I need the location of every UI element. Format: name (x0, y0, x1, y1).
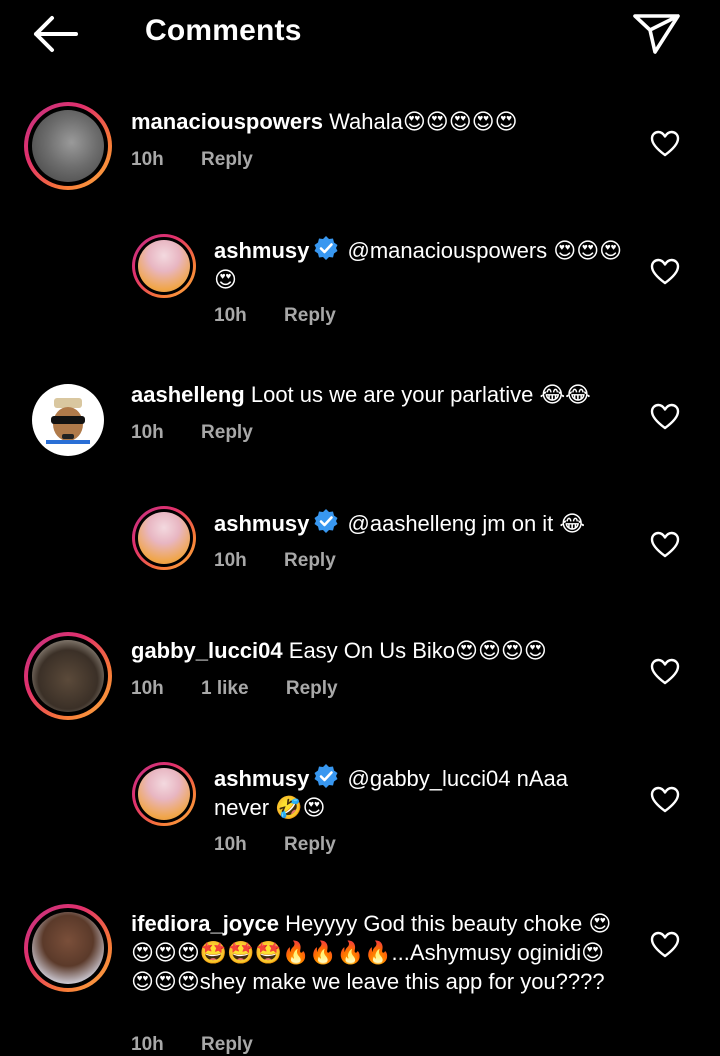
like-button[interactable] (650, 403, 680, 431)
comment-username[interactable]: gabby_lucci04 (131, 638, 283, 663)
reply-button[interactable]: Reply (201, 422, 253, 443)
avatar[interactable] (132, 762, 196, 826)
comment-text: Wahala😍😍😍😍😍 (329, 109, 518, 134)
avatar[interactable] (24, 632, 112, 720)
back-button[interactable] (28, 12, 84, 56)
comment-time: 10h (214, 550, 247, 571)
comment-username[interactable]: aashelleng (131, 382, 245, 407)
comment-username[interactable]: ashmusy (214, 766, 309, 791)
like-button[interactable] (650, 658, 680, 686)
like-button[interactable] (650, 931, 680, 959)
heart-outline-icon (650, 531, 680, 558)
comment-text: Loot us we are your parlative 😂😂 (250, 382, 591, 407)
comment-time: 10h (131, 422, 164, 443)
avatar[interactable] (132, 506, 196, 570)
comment-time: 10h (131, 149, 164, 170)
comment-time: 10h (131, 1034, 164, 1055)
heart-outline-icon (650, 658, 680, 685)
comment-username[interactable]: ashmusy (214, 238, 309, 263)
comment-text: @aashelleng jm on it 😂 (347, 511, 586, 536)
send-paper-plane-icon (633, 14, 680, 54)
like-count[interactable]: 1 like (201, 678, 249, 699)
heart-outline-icon (650, 931, 680, 958)
reply-button[interactable]: Reply (284, 305, 336, 326)
avatar[interactable] (32, 384, 104, 456)
like-button[interactable] (650, 531, 680, 559)
reply-button[interactable]: Reply (201, 1034, 253, 1055)
comment-username[interactable]: manaciouspowers (131, 109, 323, 134)
comment-text: Easy On Us Biko😍😍😍😍 (288, 638, 547, 663)
reply-button[interactable]: Reply (284, 834, 336, 855)
avatar[interactable] (132, 234, 196, 298)
like-button[interactable] (650, 130, 680, 158)
heart-outline-icon (650, 786, 680, 813)
comment-time: 10h (131, 678, 164, 699)
page-title: Comments (145, 14, 302, 47)
avatar[interactable] (24, 102, 112, 190)
reply-button[interactable]: Reply (286, 678, 338, 699)
verified-badge-icon (314, 764, 338, 788)
heart-outline-icon (650, 130, 680, 157)
heart-outline-icon (650, 403, 680, 430)
header-bar: Comments (0, 0, 720, 68)
verified-badge-icon (314, 509, 338, 533)
comment-username[interactable]: ifediora_joyce (131, 911, 279, 936)
share-button[interactable] (630, 8, 684, 58)
reply-button[interactable]: Reply (284, 550, 336, 571)
avatar[interactable] (24, 904, 112, 992)
cartoon-avatar-icon (46, 398, 90, 444)
verified-badge-icon (314, 236, 338, 260)
reply-button[interactable]: Reply (201, 149, 253, 170)
comment-username[interactable]: ashmusy (214, 511, 309, 536)
like-button[interactable] (650, 786, 680, 814)
comment-time: 10h (214, 305, 247, 326)
comment-time: 10h (214, 834, 247, 855)
heart-outline-icon (650, 258, 680, 285)
arrow-left-icon (34, 16, 78, 52)
like-button[interactable] (650, 258, 680, 286)
